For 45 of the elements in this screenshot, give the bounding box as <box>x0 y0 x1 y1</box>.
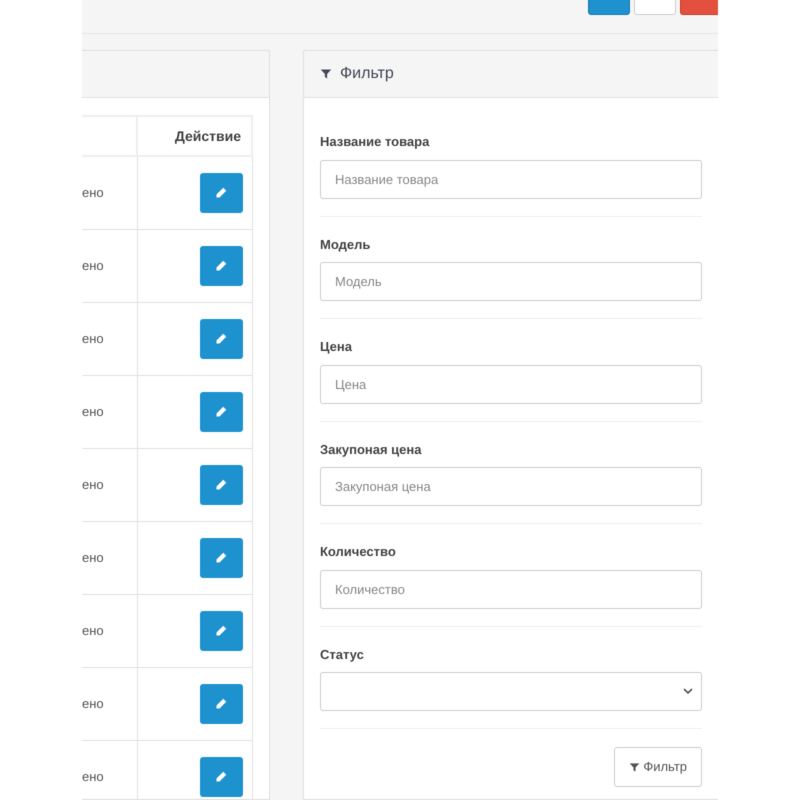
field-label: Название товара <box>320 133 430 151</box>
pencil-icon <box>215 186 227 199</box>
panel-title: Фильтр <box>340 64 394 84</box>
pencil-icon <box>215 332 227 344</box>
field-label: Статус <box>320 646 365 664</box>
table-cell: ено <box>82 258 104 272</box>
pencil-icon <box>215 770 227 782</box>
pencil-icon <box>215 478 227 490</box>
edit-button[interactable] <box>200 610 242 650</box>
table-cell: ено <box>82 404 104 418</box>
table-cell: ено <box>82 184 104 200</box>
input-field[interactable]: Модель <box>320 262 702 301</box>
edit-button[interactable] <box>200 246 242 286</box>
input-field[interactable]: Цена <box>320 364 702 404</box>
table-cell: ено <box>82 768 104 784</box>
edit-button[interactable] <box>200 318 242 358</box>
pencil-icon <box>215 698 227 710</box>
column-header: Действие <box>137 116 252 156</box>
input-field[interactable]: Название товара <box>320 160 702 198</box>
table-cell: ено <box>82 622 104 638</box>
edit-button[interactable] <box>200 464 242 504</box>
edit-button[interactable] <box>200 684 242 724</box>
table-cell: ено <box>82 330 104 346</box>
pencil-icon <box>215 406 227 418</box>
pencil-icon <box>215 624 227 636</box>
table-cell: ено <box>82 550 104 564</box>
edit-button[interactable] <box>200 392 242 432</box>
pencil-icon <box>215 552 227 564</box>
field-label: Модель <box>320 236 372 254</box>
input-field[interactable]: Закупоная цена <box>320 467 702 506</box>
filter-button[interactable]: Фильтр <box>614 747 702 787</box>
edit-button[interactable] <box>200 756 242 796</box>
table-cell: ено <box>82 696 104 710</box>
pencil-icon <box>215 260 227 272</box>
edit-button[interactable] <box>200 172 242 213</box>
filter-icon <box>629 762 640 772</box>
field-label: Количество <box>320 543 397 561</box>
input-field[interactable]: Количество <box>320 570 702 608</box>
chevron-icon <box>683 688 693 695</box>
field-label: Закупоная цена <box>320 440 422 459</box>
field-label: Цена <box>320 338 353 356</box>
select-field[interactable] <box>320 672 702 711</box>
table-cell: ено <box>82 476 104 492</box>
filter-icon <box>320 68 332 80</box>
edit-button[interactable] <box>200 538 242 578</box>
